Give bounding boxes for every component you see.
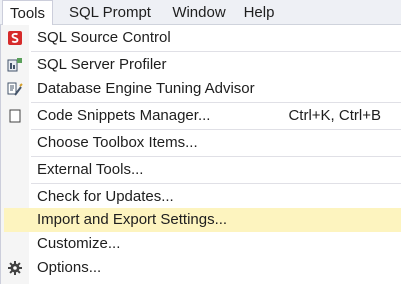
menu-item-tuning-advisor[interactable]: Database Engine Tuning Advisor [1, 77, 401, 101]
menu-item-label: SQL Source Control [37, 29, 171, 46]
menu-item-label: Customize... [37, 235, 121, 252]
menu-item-label: Code Snippets Manager... [37, 107, 211, 124]
tuning-advisor-icon [7, 81, 23, 97]
menu-help[interactable]: Help [236, 0, 282, 25]
menu-window[interactable]: Window [166, 0, 232, 25]
menu-bar: Tools SQL Prompt Window Help [0, 0, 401, 26]
menu-sql-prompt[interactable]: SQL Prompt [57, 0, 163, 25]
separator [31, 129, 401, 130]
menu-item-label: Import and Export Settings... [37, 211, 228, 228]
menu-item-shortcut: Ctrl+K, Ctrl+B [288, 107, 381, 124]
menu-item-sql-server-profiler[interactable]: SQL Server Profiler [1, 53, 401, 77]
menu-item-label: Check for Updates... [37, 188, 174, 205]
gear-icon [7, 260, 23, 276]
menu-item-external-tools[interactable]: External Tools... [1, 158, 401, 182]
separator [31, 183, 401, 184]
menu-item-label: SQL Server Profiler [37, 56, 167, 73]
menu-item-label: External Tools... [37, 161, 144, 178]
menu-item-label: Options... [37, 259, 102, 276]
menu-item-import-export-settings[interactable]: Import and Export Settings... [4, 208, 401, 232]
menu-item-choose-toolbox-items[interactable]: Choose Toolbox Items... [1, 131, 401, 155]
menu-item-check-for-updates[interactable]: Check for Updates... [1, 185, 401, 209]
separator [31, 51, 401, 52]
separator [31, 156, 401, 157]
separator [31, 102, 401, 103]
menu-item-code-snippets-manager[interactable]: Code Snippets Manager... Ctrl+K, Ctrl+B [1, 104, 401, 128]
profiler-icon [7, 57, 23, 73]
snippets-icon [7, 108, 23, 124]
menu-item-customize[interactable]: Customize... [1, 232, 401, 256]
menu-item-label: Database Engine Tuning Advisor [37, 80, 255, 97]
sql-source-control-icon [7, 30, 23, 46]
menu-tools[interactable]: Tools [2, 0, 53, 26]
menu-item-label: Choose Toolbox Items... [37, 134, 198, 151]
menu-item-sql-source-control[interactable]: SQL Source Control [1, 26, 401, 50]
menu-item-options[interactable]: Options... [1, 256, 401, 280]
tools-dropdown: SQL Source Control SQL Server Profiler D… [0, 25, 401, 284]
